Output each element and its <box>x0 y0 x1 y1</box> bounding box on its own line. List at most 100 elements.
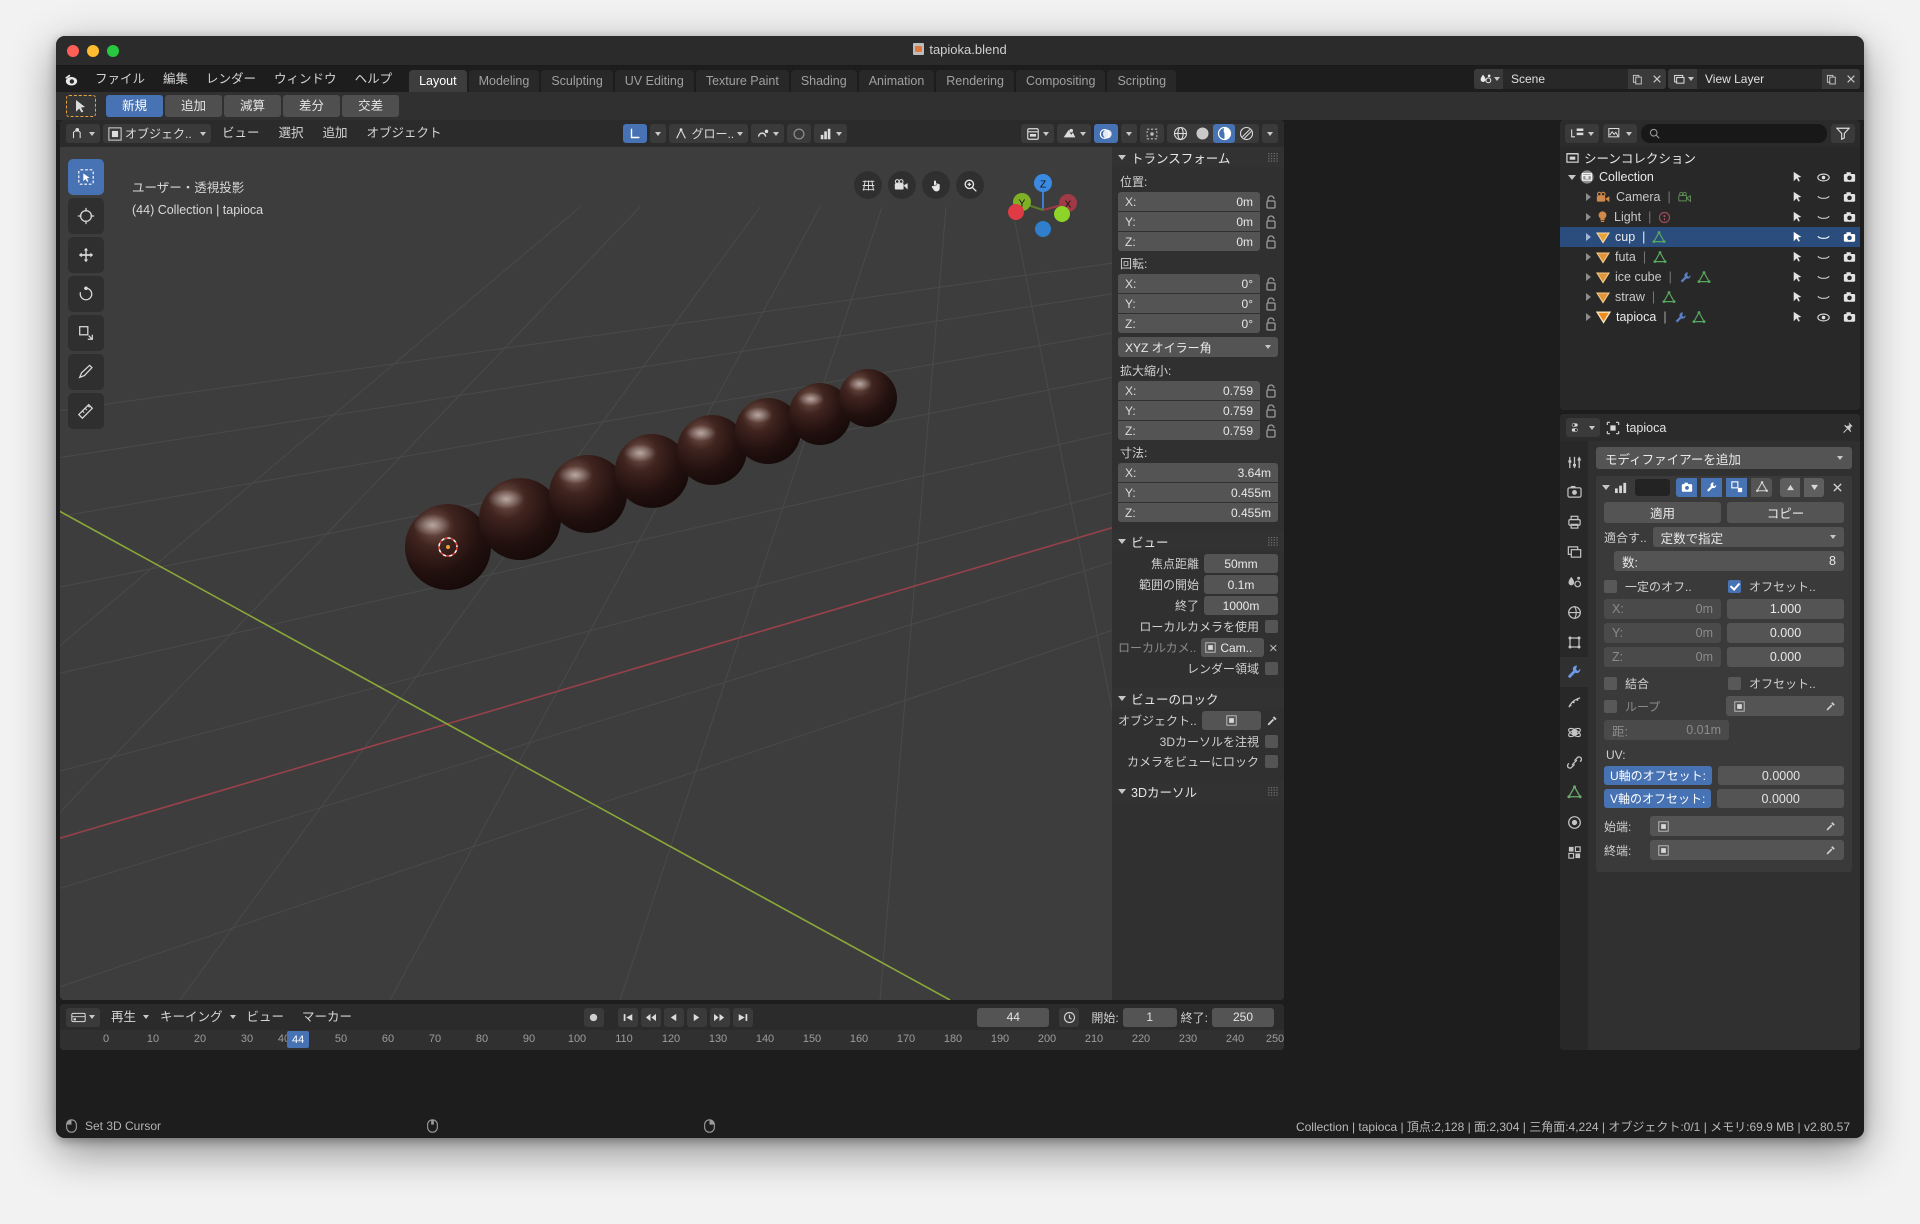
tab-compositing[interactable]: Compositing <box>1015 70 1106 92</box>
eye-open-icon[interactable] <box>1817 172 1830 183</box>
camera-render-icon[interactable] <box>1843 211 1856 223</box>
eyedropper-icon[interactable] <box>1825 845 1836 856</box>
lock-cursor-checkbox[interactable] <box>1265 735 1278 748</box>
show-render-icon[interactable] <box>1676 477 1697 497</box>
viewport-menu-view[interactable]: ビュー <box>214 124 268 143</box>
snap-magnet-icon[interactable] <box>751 124 785 143</box>
rotation-x-row[interactable]: X: 0° <box>1118 274 1278 293</box>
viewport-overlays-dropdown[interactable] <box>1121 124 1138 143</box>
outliner-editor[interactable]: シーンコレクション Collection Camera | Light | cu… <box>1560 120 1860 410</box>
delete-modifier-button[interactable] <box>1828 482 1846 493</box>
blender-logo-icon[interactable] <box>56 66 86 92</box>
tab-modeling[interactable]: Modeling <box>468 70 540 92</box>
frame-start-field[interactable]: 1 <box>1122 1007 1177 1027</box>
selectable-cursor-icon[interactable] <box>1792 211 1804 223</box>
cursor-tool-icon[interactable] <box>68 198 104 234</box>
select-mode-subtract[interactable]: 減算 <box>224 95 282 117</box>
menu-file[interactable]: ファイル <box>86 66 154 92</box>
outliner-row-camera[interactable]: Camera | <box>1560 187 1860 207</box>
timeline-editor-type-icon[interactable] <box>66 1007 100 1027</box>
view-lock-panel-header[interactable]: ビューのロック <box>1112 688 1284 708</box>
relative-offset-y-value[interactable]: 0.000 <box>1727 623 1844 643</box>
proportional-falloff-icon[interactable] <box>814 124 848 143</box>
modifier-header[interactable] <box>1596 476 1852 498</box>
viewport-gizmo-toggle-icon[interactable] <box>1057 124 1092 143</box>
tab-view-layer-icon[interactable] <box>1560 537 1588 567</box>
viewport-menu-add[interactable]: 追加 <box>315 124 356 143</box>
cursor3d-panel-header[interactable]: 3Dカーソル ⣿⣿ <box>1112 781 1284 801</box>
tab-shading[interactable]: Shading <box>790 70 857 92</box>
move-tool-icon[interactable] <box>68 237 104 273</box>
tab-tool-icon[interactable] <box>1560 447 1588 477</box>
selectable-cursor-icon[interactable] <box>1792 171 1804 183</box>
material-preview-icon[interactable] <box>1213 124 1236 143</box>
merge-distance-row[interactable]: 距: 0.01m <box>1604 720 1844 740</box>
grid-toggle-icon[interactable] <box>854 171 882 199</box>
timeline-ruler[interactable]: 0 10 20 30 40 50 60 70 80 90 100 110 120… <box>60 1030 1284 1050</box>
menu-edit[interactable]: 編集 <box>154 66 197 92</box>
eyedropper-icon[interactable] <box>1825 701 1836 712</box>
relative-offset-x-value[interactable]: 1.000 <box>1727 599 1844 619</box>
tab-object-icon[interactable] <box>1560 627 1588 657</box>
scene-name[interactable]: Scene <box>1503 69 1628 89</box>
add-modifier-button[interactable]: モディファイアーを追加 <box>1596 447 1852 469</box>
camera-render-icon[interactable] <box>1843 271 1856 283</box>
tab-render-icon[interactable] <box>1560 477 1588 507</box>
tweak-select-tool-icon[interactable] <box>68 159 104 195</box>
proportional-edit-icon[interactable] <box>787 124 812 143</box>
scene-icon[interactable] <box>1474 69 1503 89</box>
menu-window[interactable]: ウィンドウ <box>265 66 346 92</box>
chevron-right-icon[interactable] <box>1586 213 1591 221</box>
transform-panel-header[interactable]: トランスフォーム ⣿⣿ <box>1112 147 1284 167</box>
rotation-y-row[interactable]: Y: 0° <box>1118 294 1278 313</box>
lock-camera-row[interactable]: カメラをビューにロック <box>1118 753 1278 770</box>
tab-rendering[interactable]: Rendering <box>936 70 1014 92</box>
camera-render-icon[interactable] <box>1843 291 1856 303</box>
offset-z-row[interactable]: Z: 0m 0.000 <box>1604 647 1844 667</box>
outliner-row-ice-cube[interactable]: ice cube | <box>1560 267 1860 287</box>
outliner-row-scene-collection[interactable]: シーンコレクション <box>1560 147 1860 167</box>
viewport-menu-select[interactable]: 選択 <box>271 124 312 143</box>
xray-toggle-icon[interactable] <box>1140 124 1165 143</box>
show-edit-icon[interactable] <box>1726 477 1747 497</box>
play-icon[interactable] <box>686 1007 707 1027</box>
close-icon[interactable] <box>1269 643 1278 653</box>
menu-render[interactable]: レンダー <box>197 66 265 92</box>
selectable-cursor-icon[interactable] <box>1792 191 1804 203</box>
properties-editor-type-icon[interactable] <box>1566 418 1600 437</box>
offset-object-checkbox[interactable] <box>1728 677 1741 690</box>
lock-object-row[interactable]: オブジェクト.. <box>1118 711 1278 730</box>
active-tool-icon[interactable] <box>66 95 96 117</box>
jump-start-icon[interactable] <box>617 1007 638 1027</box>
editor-type-selector[interactable] <box>66 124 100 143</box>
tab-world-icon[interactable] <box>1560 597 1588 627</box>
viewport-overlays-toggle-icon[interactable] <box>1094 124 1119 143</box>
prev-keyframe-icon[interactable] <box>640 1007 661 1027</box>
outliner-editor-type-icon[interactable] <box>1565 124 1599 143</box>
lock-icon[interactable] <box>1264 276 1278 292</box>
timeline-menu-keying[interactable]: キーイング <box>153 1008 230 1027</box>
chevron-down-icon[interactable] <box>1568 174 1576 180</box>
tab-output-icon[interactable] <box>1560 507 1588 537</box>
lock-icon[interactable] <box>1264 423 1278 439</box>
frame-end-field[interactable]: 250 <box>1212 1007 1274 1027</box>
lock-icon[interactable] <box>1264 316 1278 332</box>
chevron-right-icon[interactable] <box>1586 193 1591 201</box>
tab-scripting[interactable]: Scripting <box>1107 70 1177 92</box>
current-frame-field[interactable]: 44 <box>977 1007 1050 1027</box>
eye-open-icon[interactable] <box>1817 312 1830 323</box>
outliner-search-input[interactable] <box>1641 124 1827 143</box>
auto-keying-icon[interactable] <box>1059 1007 1080 1027</box>
selectable-cursor-icon[interactable] <box>1792 291 1804 303</box>
visibility-filter-icon[interactable] <box>1021 124 1055 143</box>
chevron-right-icon[interactable] <box>1586 253 1591 261</box>
outliner-display-mode-icon[interactable] <box>1603 124 1637 143</box>
outliner-row-futa[interactable]: futa | <box>1560 247 1860 267</box>
uv-u-offset-value[interactable]: 0.0000 <box>1718 766 1844 785</box>
count-row[interactable]: 数: 8 <box>1604 551 1844 571</box>
offset-y-row[interactable]: Y: 0m 0.000 <box>1604 623 1844 643</box>
play-reverse-icon[interactable] <box>663 1007 684 1027</box>
viewport-canvas[interactable]: ユーザー・透視投影 (44) Collection | tapioca Z X … <box>60 147 1284 1000</box>
show-viewport-icon[interactable] <box>1701 477 1722 497</box>
eyedropper-icon[interactable] <box>1266 715 1278 727</box>
